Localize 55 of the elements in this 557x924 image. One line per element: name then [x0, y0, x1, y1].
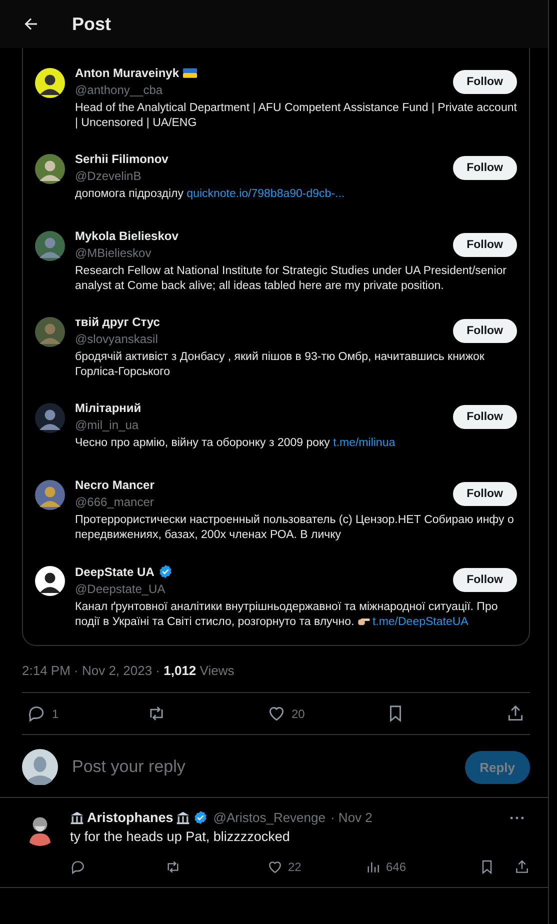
user-avatar-icon [22, 749, 58, 785]
share-icon[interactable] [514, 859, 530, 875]
account-bio: бродячій активіст з Донбасу , який пішов в 93-тю Омбр, начитавшись книжок Горліса-Горського [75, 350, 486, 380]
follow-button[interactable]: Follow [452, 156, 517, 180]
page-title: Post [72, 14, 112, 34]
reply-text: ty for the heads up Pat, blizzzzocked [70, 829, 291, 844]
account-handle: @slovyanskasil [75, 332, 159, 346]
follow-button[interactable]: Follow [452, 568, 517, 592]
account-bio: Канал ґрунтовної аналітики внутрішньодержавної та міжнародної ситуації. Про події в Україні та Світі стисло, розгорнуто та влучно. t.me/DeepStateUA [75, 600, 499, 630]
action-count: 646 [386, 860, 406, 874]
like-icon[interactable] [266, 704, 286, 723]
follow-button[interactable]: Follow [452, 404, 517, 428]
account-name[interactable]: DeepState UA [75, 564, 154, 578]
account-name[interactable]: Serhii Filimonov [75, 152, 168, 166]
account-bio: допомога підрозділу quicknote.io/798b8a90-d9cb-... [75, 187, 346, 202]
follow-button[interactable]: Follow [452, 318, 517, 342]
reply-icon[interactable] [27, 704, 46, 723]
bio-link[interactable]: t.me/milinua [333, 437, 396, 449]
bio-link[interactable]: quicknote.io/798b8a90-d9cb-... [186, 188, 345, 200]
account-handle: @Deepstate_UA [75, 582, 166, 596]
author-handle: @Aristos_Revenge [213, 810, 326, 825]
action-count: 1 [52, 706, 59, 720]
author-name[interactable]: Aristophanes [87, 810, 174, 825]
account-name[interactable]: Necro Mancer [75, 478, 154, 492]
follow-button[interactable]: Follow [452, 482, 517, 506]
action-count: 22 [288, 860, 302, 874]
classical-building-icon [176, 810, 190, 824]
post-date: · Nov 2 [330, 810, 372, 825]
account-handle: @DzevelinB [75, 169, 142, 183]
account-name[interactable]: Мілітарний [75, 401, 142, 415]
repost-icon[interactable] [165, 859, 181, 875]
classical-building-icon [70, 810, 84, 824]
action-count: 20 [292, 706, 305, 720]
account-handle: @MBielieskov [75, 246, 152, 260]
account-name[interactable]: Anton Muraveinyk [75, 66, 180, 80]
account-bio: Чесно про армію, війну та оборонку з 2009 року t.me/milinua [75, 436, 396, 451]
share-icon[interactable] [506, 704, 525, 723]
account-name[interactable]: твій друг Стус [75, 315, 160, 329]
account-handle: @mil_in_ua [75, 418, 140, 432]
post-timestamp: 2:14 PM · Nov 2, 2023 · [22, 663, 162, 678]
more-options-icon[interactable] [510, 816, 524, 820]
follow-button[interactable]: Follow [452, 70, 517, 94]
account-bio: Head of the Analytical Department | AFU Competent Assistance Fund | Private account | Uncensored | UA/ENG [75, 101, 517, 131]
view-count: 1,012 [164, 663, 196, 678]
like-icon[interactable] [267, 859, 283, 875]
views-label: Views [198, 663, 234, 678]
pointing-hand-icon [357, 616, 372, 626]
bio-link[interactable]: t.me/DeepStateUA [372, 616, 468, 628]
follow-button[interactable]: Follow [452, 232, 517, 256]
account-handle: @666_mancer [75, 495, 154, 509]
account-handle: @anthony__cba [75, 83, 164, 97]
account-name[interactable]: Mykola Bielieskov [75, 229, 178, 243]
account-bio: Протеррористически настроенный пользователь (c) Цензор.НЕТ Собираю инфу о передвижениях, базах, 200х членах РОА. В личку [75, 513, 515, 543]
account-bio: Research Fellow at National Institute for Strategic Studies under UA President/senior analyst at Come back alive; all ideas tabled here are my private position. [75, 264, 508, 294]
reply-icon[interactable] [70, 859, 86, 875]
